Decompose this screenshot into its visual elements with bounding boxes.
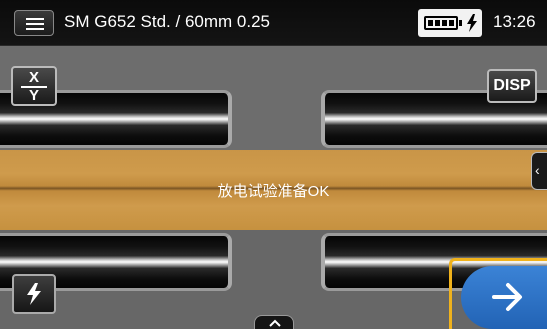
battery-indicator (418, 9, 482, 37)
status-message: 放电试验准备OK (217, 183, 330, 200)
clock: 13:26 (493, 12, 536, 31)
charging-bolt-icon (467, 14, 477, 32)
next-button[interactable] (461, 266, 547, 329)
arc-discharge-button[interactable] (12, 274, 56, 314)
bottom-panel-tab[interactable] (254, 315, 294, 329)
battery-charging-icon (424, 16, 458, 30)
xy-x-label: X (28, 69, 39, 86)
status-bar: SM G652 Std. / 60mm 0.25 13:26 (0, 0, 547, 46)
fusion-splicer-screen: SM G652 Std. / 60mm 0.25 13:26 放电试验准备OK … (0, 0, 547, 329)
lightning-bolt-icon (27, 283, 41, 305)
side-panel-tab[interactable]: ‹ (531, 152, 547, 190)
hamburger-menu-icon[interactable] (14, 10, 54, 36)
chevron-left-icon: ‹ (535, 162, 540, 178)
chevron-up-icon (269, 319, 281, 327)
splice-mode-title[interactable]: SM G652 Std. / 60mm 0.25 (64, 12, 270, 32)
arrow-right-icon (492, 283, 522, 311)
disp-button[interactable]: DISP (487, 69, 537, 103)
xy-y-label: Y (28, 87, 39, 104)
xy-view-toggle-button[interactable]: X Y (11, 66, 57, 106)
